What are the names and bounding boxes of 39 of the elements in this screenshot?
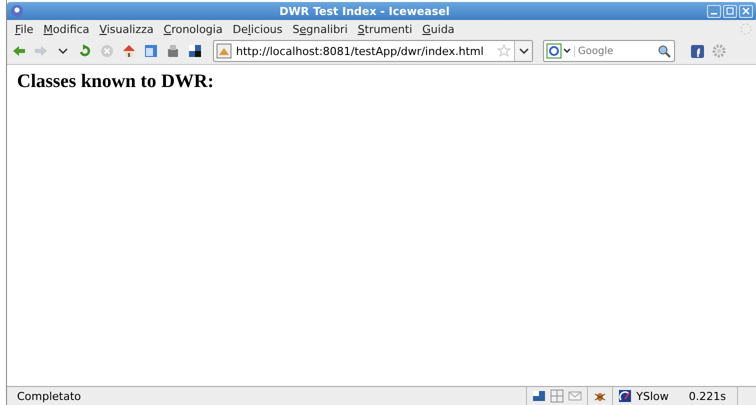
screen-icon[interactable] (187, 43, 203, 59)
close-icon (742, 7, 750, 15)
window-title: DWR Test Index - Iceweasel (278, 4, 451, 18)
menu-item[interactable]: File (10, 22, 38, 36)
close-button[interactable] (739, 4, 753, 18)
caret-icon (58, 47, 68, 55)
page-icon (216, 43, 232, 59)
menu-item[interactable]: Guida (417, 22, 460, 36)
search-engine-icon[interactable] (546, 43, 572, 59)
page-heading: Classes known to DWR: (17, 71, 214, 93)
home-button[interactable] (121, 43, 137, 59)
maximize-button[interactable] (723, 4, 737, 18)
menu-item[interactable]: Visualizza (94, 22, 159, 36)
screen-icon (532, 389, 546, 403)
star-icon[interactable] (497, 44, 511, 58)
menu-item[interactable]: Delicious (228, 22, 288, 36)
gauge-icon (618, 389, 632, 403)
gear-icon[interactable] (711, 43, 727, 59)
menu-item[interactable]: Modifica (38, 22, 94, 36)
printer-icon[interactable] (165, 43, 181, 59)
menu-item[interactable]: Strumenti (352, 22, 418, 36)
address-field[interactable]: http://localhost:8081/testApp/dwr/index.html (213, 40, 533, 62)
load-time: 0.221s (688, 390, 726, 402)
search-icon[interactable] (657, 44, 671, 58)
app-icon (10, 4, 24, 18)
caret-icon (518, 47, 528, 55)
yslow-label[interactable]: YSlow (636, 390, 669, 402)
minimize-button[interactable] (707, 4, 721, 18)
reload-button[interactable] (77, 43, 93, 59)
square-f-icon[interactable] (689, 43, 705, 59)
square-icon (726, 7, 734, 15)
back-button[interactable] (11, 43, 27, 59)
window-icon[interactable] (143, 43, 159, 59)
url-dropdown-button[interactable] (514, 41, 532, 61)
menu-item[interactable]: Cronologia (158, 22, 228, 36)
throbber-icon (739, 22, 753, 36)
search-field[interactable]: Google (543, 40, 675, 62)
menu-item[interactable]: Segnalibri (288, 22, 353, 36)
status-text: Completato (17, 390, 82, 402)
